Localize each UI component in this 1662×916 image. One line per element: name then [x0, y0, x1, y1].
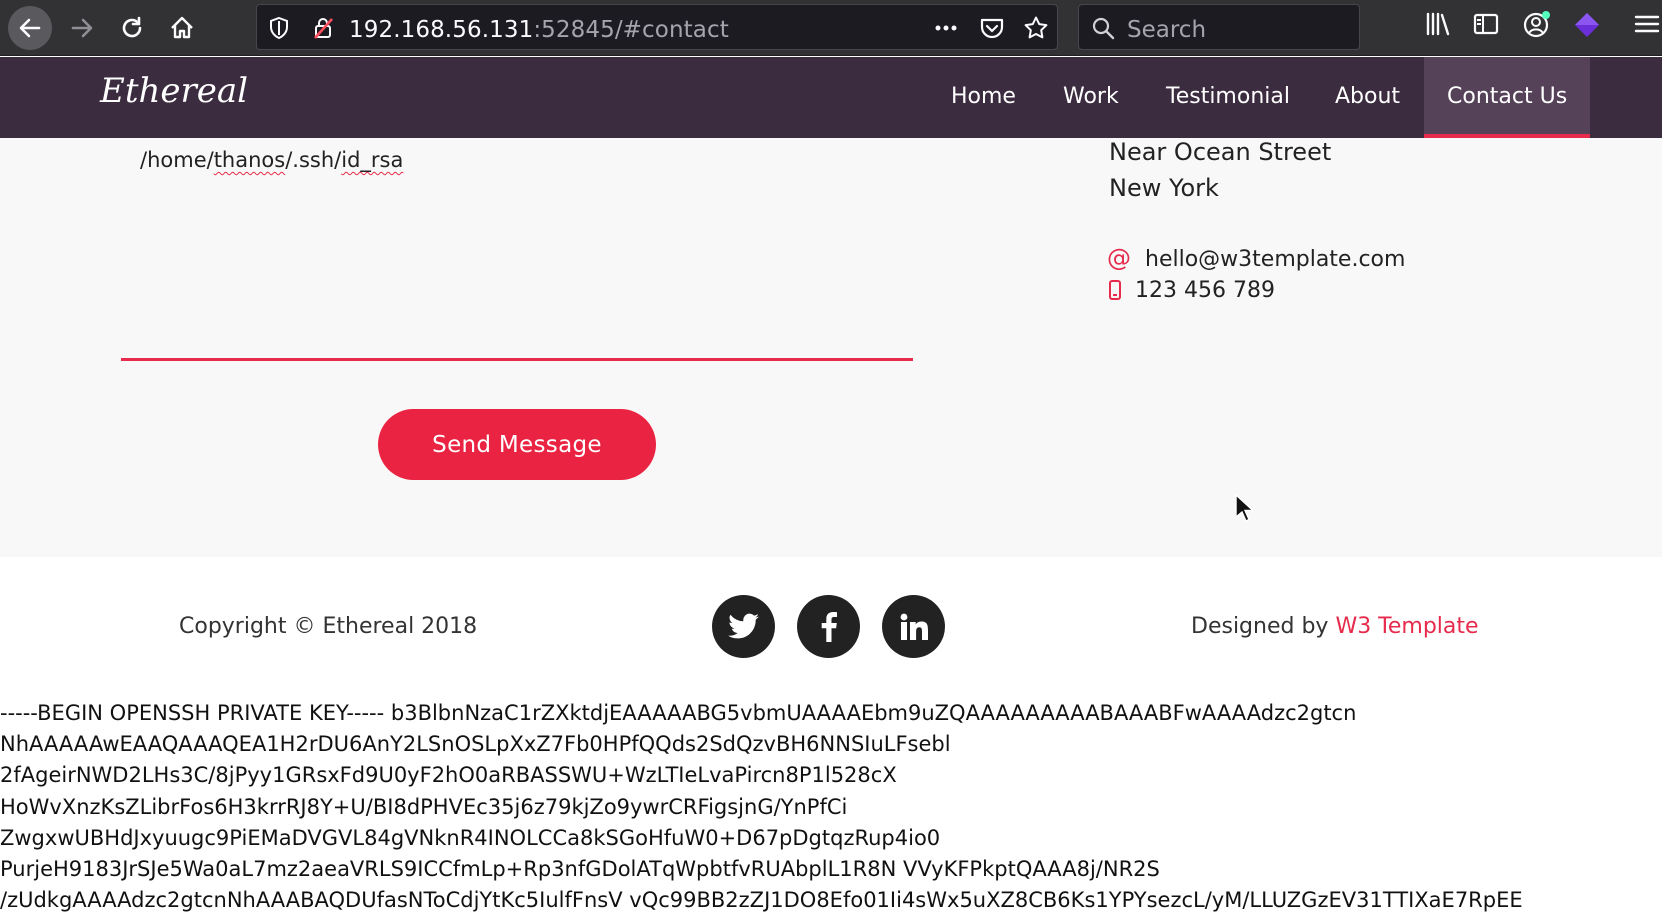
library-icon[interactable]	[1424, 10, 1452, 38]
pocket-icon[interactable]	[979, 15, 1005, 41]
contact-email[interactable]: hello@w3template.com	[1145, 247, 1405, 272]
nav-testimonial[interactable]: Testimonial	[1143, 57, 1313, 138]
sidebar-icon[interactable]	[1472, 10, 1500, 38]
key-line: NhAAAAAwEAAQAAAQEA1H2rDU6AnY2LSnOSLpXxZ7…	[0, 732, 951, 757]
site-footer: Copyright © Ethereal 2018 Designed by W3…	[0, 557, 1662, 687]
copyright-text: Copyright © Ethereal 2018	[179, 614, 478, 639]
key-line: HoWvXnzKsZLibrFos6H3krrRJ8Y+U/BI8dPHVEc3…	[0, 794, 848, 819]
reload-icon	[122, 16, 142, 38]
home-button[interactable]	[160, 6, 204, 50]
search-bar[interactable]: Search	[1078, 4, 1360, 50]
key-line: 2fAgeirNWD2LHs3C/8jPyy1GRsxFd9U0yF2hO0aR…	[0, 763, 897, 788]
menu-icon[interactable]	[1632, 10, 1660, 38]
reload-button[interactable]	[110, 6, 154, 50]
twitter-button[interactable]	[712, 595, 775, 658]
nav-about[interactable]: About	[1312, 57, 1423, 138]
message-text-part: /home/	[140, 148, 214, 172]
contact-phone: 123 456 789	[1135, 278, 1275, 303]
more-actions-icon[interactable]	[933, 15, 959, 41]
message-textarea[interactable]: /home/thanos/.ssh/id_rsa	[140, 148, 403, 172]
designed-by-prefix: Designed by	[1191, 614, 1336, 639]
search-icon	[1092, 17, 1115, 40]
twitter-icon	[727, 613, 759, 638]
key-line: /zUdkgAAAAdzc2gtcnNhAAABAQDUfasNToCdjYtK…	[0, 888, 1523, 913]
shield-icon[interactable]	[267, 16, 291, 40]
linkedin-icon	[900, 613, 928, 640]
message-field-underline	[121, 358, 913, 361]
insecure-lock-icon[interactable]	[311, 16, 335, 40]
email-icon: @	[1107, 244, 1131, 272]
contact-section: /home/thanos/.ssh/id_rsa Send Message Ne…	[0, 138, 1662, 557]
extension-icon[interactable]	[1572, 10, 1602, 40]
message-text-part: thanos	[213, 148, 286, 172]
key-line: -----BEGIN OPENSSH PRIVATE KEY----- b3Bl…	[0, 701, 1357, 725]
site-header: Ethereal Home Work Testimonial About Con…	[0, 57, 1662, 138]
mouse-cursor-icon	[1235, 494, 1253, 522]
browser-toolbar: 192.168.56.131:52845/#contact Search	[0, 0, 1662, 56]
nav-contact-us[interactable]: Contact Us	[1424, 57, 1591, 138]
send-message-button[interactable]: Send Message	[378, 409, 656, 480]
nav-work[interactable]: Work	[1040, 57, 1142, 138]
key-line: ZwgxwUBHdJxyuugc9PiEMaDVGVL84gVNknR4INOL…	[0, 825, 941, 850]
facebook-button[interactable]	[797, 595, 860, 658]
search-placeholder: Search	[1127, 17, 1207, 43]
account-icon[interactable]	[1522, 10, 1552, 40]
message-text-part: /.ssh/	[285, 148, 342, 172]
address-line: Near Ocean Street	[1109, 138, 1332, 166]
url-path: :52845/#contact	[533, 17, 729, 43]
site-logo[interactable]: Ethereal	[100, 71, 248, 111]
forward-button[interactable]	[60, 6, 104, 50]
back-button[interactable]	[8, 6, 52, 50]
address-line: New York	[1109, 174, 1219, 202]
url-text[interactable]: 192.168.56.131:52845/#contact	[349, 17, 729, 43]
key-line: PurjeH9183JrSJe5Wa0aL7mz2aeaVRLS9ICCfmLp…	[0, 857, 1160, 882]
message-text-part: id_rsa	[341, 148, 404, 172]
arrow-left-icon	[19, 18, 41, 38]
home-icon	[171, 16, 193, 39]
phone-icon	[1109, 280, 1121, 300]
leaked-file-content: -----BEGIN OPENSSH PRIVATE KEY----- b3Bl…	[0, 698, 1662, 916]
designed-by: Designed by W3 Template	[1191, 614, 1479, 639]
linkedin-button[interactable]	[882, 595, 945, 658]
facebook-icon	[821, 611, 837, 642]
arrow-right-icon	[71, 18, 93, 38]
url-bar[interactable]: 192.168.56.131:52845/#contact	[256, 4, 1058, 50]
nav-home[interactable]: Home	[928, 57, 1039, 138]
bookmark-star-icon[interactable]	[1023, 15, 1049, 41]
designer-link[interactable]: W3 Template	[1335, 614, 1478, 639]
url-host: 192.168.56.131	[349, 17, 534, 43]
